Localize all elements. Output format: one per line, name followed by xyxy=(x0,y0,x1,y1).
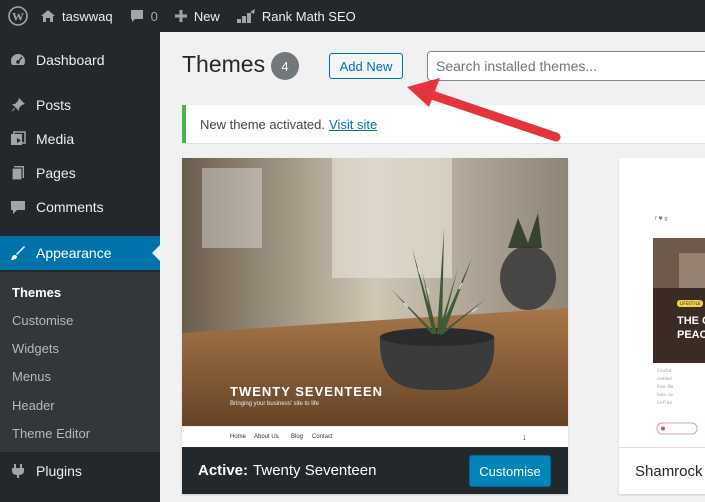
menu-item-posts[interactable]: Posts xyxy=(0,88,160,122)
svg-text:Crostut: Crostut xyxy=(657,368,672,373)
new-label: New xyxy=(193,8,220,24)
plugin-icon xyxy=(0,462,36,480)
submenu-item-themes[interactable]: Themes xyxy=(12,285,61,300)
svg-text:W: W xyxy=(12,10,24,24)
submenu-item-customise[interactable]: Customise xyxy=(12,313,73,328)
comment-icon xyxy=(0,198,36,216)
wordpress-logo-icon[interactable]: W xyxy=(0,0,36,32)
theme-screenshot-shamrock: f ♥ g Crostut combol fixie. Be tvee. Le … xyxy=(619,158,705,447)
screenshot-badge: LIFESTYLE xyxy=(677,300,704,307)
theme-card-shamrock[interactable]: f ♥ g Crostut combol fixie. Be tvee. Le … xyxy=(619,158,705,494)
dashboard-icon xyxy=(0,51,36,69)
admin-bar-site-link[interactable]: taswwaq xyxy=(36,0,121,32)
menu-item-media[interactable]: Media xyxy=(0,122,160,156)
notice-text: New theme activated. xyxy=(200,116,326,132)
menu-label: Comments xyxy=(36,199,104,215)
theme-card-twenty-seventeen[interactable]: TWENTY SEVENTEEN Bringing your business'… xyxy=(182,158,568,494)
visit-site-link[interactable]: Visit site xyxy=(329,117,377,132)
admin-sidebar: Dashboard Posts Media Pages Comments App… xyxy=(0,32,160,502)
theme-screenshot: TWENTY SEVENTEEN Bringing your business'… xyxy=(182,158,568,447)
screenshot-heading-line: PEAC xyxy=(677,329,705,341)
menu-label: Plugins xyxy=(36,463,82,479)
svg-text:fixie. Be: fixie. Be xyxy=(657,384,674,389)
screenshot-nav-item: Blog xyxy=(291,434,304,440)
admin-bar-rank-math[interactable]: Rank Math SEO xyxy=(228,0,364,32)
comment-bubble-icon xyxy=(129,8,145,24)
submenu-item-theme-editor[interactable]: Theme Editor xyxy=(12,426,90,441)
menu-label: Pages xyxy=(36,165,76,181)
submenu-item-widgets[interactable]: Widgets xyxy=(12,341,59,356)
menu-item-comments[interactable]: Comments xyxy=(0,190,160,224)
admin-bar-new[interactable]: New xyxy=(166,0,228,32)
home-icon xyxy=(40,8,56,24)
media-icon xyxy=(0,130,36,148)
screenshot-theme-title: TWENTY SEVENTEEN xyxy=(230,384,384,399)
site-name: taswwaq xyxy=(62,8,113,24)
appearance-submenu: Themes Customise Widgets Menus Header Th… xyxy=(0,272,160,452)
screenshot-nav-item: Home xyxy=(230,434,247,440)
svg-text:f ♥ g: f ♥ g xyxy=(655,216,668,222)
screenshot-down-arrow-icon: ↓ xyxy=(522,432,527,442)
menu-item-plugins[interactable]: Plugins xyxy=(0,454,160,488)
pin-icon xyxy=(0,96,36,114)
submenu-item-menus[interactable]: Menus xyxy=(12,369,51,384)
active-prefix: Active: xyxy=(198,462,249,479)
screenshot-nav-item: Contact xyxy=(312,434,333,440)
brush-icon xyxy=(0,244,36,262)
screenshot-heading-line: THE C xyxy=(677,315,705,327)
screenshot-theme-subtitle: Bringing your business' site to life xyxy=(230,401,319,407)
page-title: Themes xyxy=(182,51,266,77)
menu-label: Appearance xyxy=(36,245,112,261)
admin-bar: W taswwaq 0 New Rank Math SEO xyxy=(0,0,705,32)
pages-icon xyxy=(0,164,36,182)
menu-item-dashboard[interactable]: Dashboard xyxy=(0,43,160,77)
menu-label: Posts xyxy=(36,97,72,113)
screenshot-nav-item: About Us xyxy=(254,434,279,440)
theme-count-badge: 4 xyxy=(271,52,299,80)
add-new-button[interactable]: Add New xyxy=(329,53,403,79)
customise-button[interactable]: Customise xyxy=(469,455,551,487)
svg-text:Lo-fi bo: Lo-fi bo xyxy=(657,400,672,405)
admin-bar-comments[interactable]: 0 xyxy=(121,0,166,32)
rank-math-label: Rank Math SEO xyxy=(261,8,356,24)
menu-item-pages[interactable]: Pages xyxy=(0,156,160,190)
rank-math-icon xyxy=(236,8,256,24)
submenu-item-header[interactable]: Header xyxy=(12,398,55,413)
plus-icon xyxy=(174,9,188,23)
comments-count: 0 xyxy=(150,8,158,24)
screenshot-nav: Home About Us Blog Contact ↓ xyxy=(182,426,568,447)
menu-item-appearance[interactable]: Appearance xyxy=(0,236,160,270)
svg-text:tvee. Le: tvee. Le xyxy=(657,392,674,397)
theme-name: Shamrock xyxy=(635,462,703,480)
theme-name-footer: Shamrock xyxy=(619,447,705,494)
svg-text:combol: combol xyxy=(657,376,672,381)
search-themes-input[interactable] xyxy=(427,51,705,81)
active-theme-name: Twenty Seventeen xyxy=(253,462,377,479)
menu-label: Dashboard xyxy=(36,52,105,68)
menu-label: Media xyxy=(36,131,75,147)
theme-activated-notice: New theme activated. Visit site xyxy=(182,105,705,143)
